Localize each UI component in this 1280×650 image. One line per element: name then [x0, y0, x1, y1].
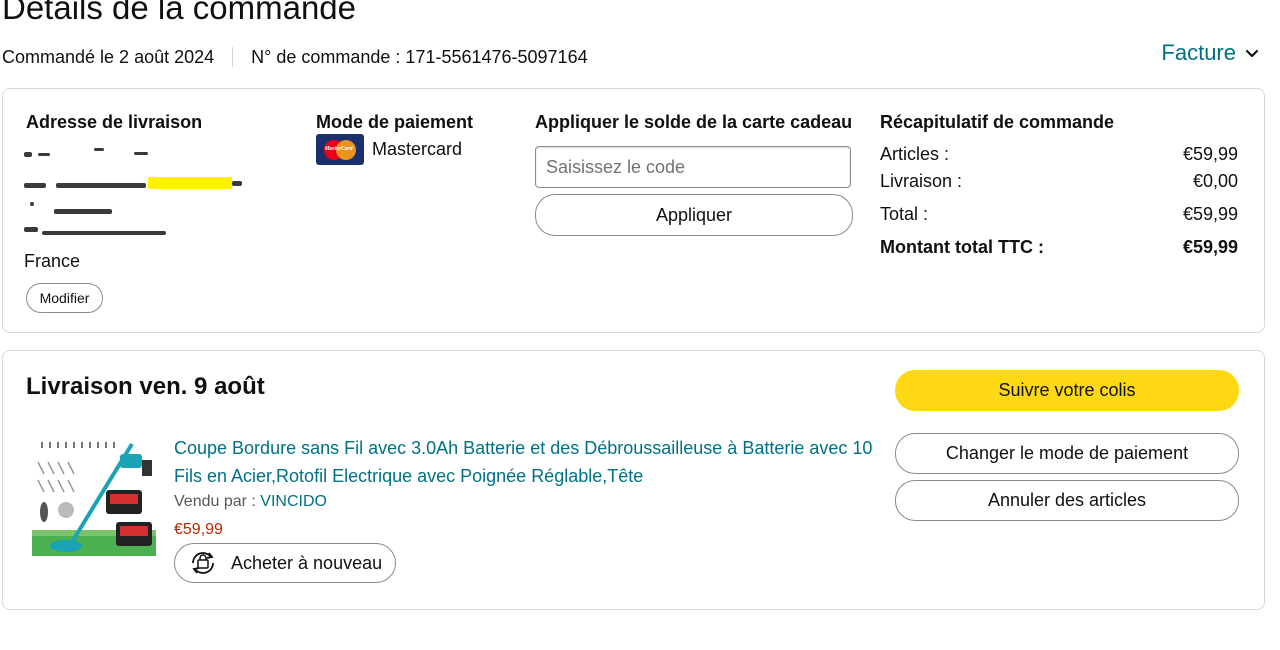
shipping-address: France — [24, 140, 242, 275]
order-details-page: Détails de la commande Commandé le 2 aoû… — [0, 0, 1280, 650]
summary-value: €59,99 — [1182, 237, 1238, 257]
address-line-redacted — [24, 167, 242, 194]
address-line-redacted — [24, 221, 166, 248]
invoice-dropdown[interactable]: Facture — [1161, 40, 1260, 66]
payment-method: MasterCard Mastercard — [316, 134, 463, 165]
track-package-button[interactable]: Suivre votre colis — [895, 370, 1239, 411]
order-meta: Commandé le 2 août 2024 N° de commande :… — [2, 46, 588, 68]
order-date: Commandé le 2 août 2024 — [2, 47, 215, 67]
buy-again-button[interactable]: Acheter à nouveau — [174, 543, 396, 583]
summary-value: €59,99 — [1182, 204, 1238, 224]
gift-card-heading: Appliquer le solde de la carte cadeau — [535, 112, 853, 132]
summary-row-total: Total : €59,99 — [880, 204, 1238, 225]
modify-address-button[interactable]: Modifier — [26, 283, 103, 313]
page-title: Détails de la commande — [2, 0, 357, 26]
summary-row-articles: Articles : €59,99 — [880, 144, 1238, 165]
product-title-link[interactable]: Coupe Bordure sans Fil avec 3.0Ah Batter… — [174, 434, 874, 490]
buy-again-icon — [192, 552, 214, 574]
payment-heading: Mode de paiement — [316, 112, 474, 132]
invoice-label: Facture — [1161, 40, 1236, 65]
summary-label: Total : — [880, 204, 929, 224]
buy-again-label: Acheter à nouveau — [231, 552, 383, 573]
order-number: N° de commande : 171-5561476-5097164 — [251, 47, 588, 67]
address-line-redacted — [24, 194, 112, 221]
apply-gift-card-button[interactable]: Appliquer — [535, 194, 853, 236]
mastercard-logo-icon: MasterCard — [316, 134, 364, 165]
delivery-date-title: Livraison ven. 9 août — [26, 373, 265, 400]
summary-label: Livraison : — [880, 171, 963, 191]
sold-by-label: Vendu par : — [174, 493, 261, 510]
summary-heading: Récapitulatif de commande — [880, 112, 1115, 132]
summary-row-shipping: Livraison : €0,00 — [880, 171, 1238, 192]
product-image[interactable] — [32, 434, 156, 556]
summary-value: €0,00 — [1192, 171, 1238, 191]
seller-link[interactable]: VINCIDO — [260, 493, 327, 510]
cancel-items-button[interactable]: Annuler des articles — [895, 480, 1239, 521]
summary-row-grand-total: Montant total TTC : €59,99 — [880, 237, 1238, 258]
product-price: €59,99 — [174, 521, 223, 538]
meta-divider — [232, 47, 234, 67]
sold-by: Vendu par : VINCIDO — [174, 493, 327, 511]
summary-value: €59,99 — [1182, 144, 1238, 164]
payment-method-label: Mastercard — [372, 139, 463, 159]
product-thumbnail-icon — [32, 442, 156, 556]
address-heading: Adresse de livraison — [26, 112, 203, 132]
address-country: France — [24, 251, 81, 271]
mastercard-logo-text: MasterCard — [325, 146, 353, 152]
address-line-redacted — [24, 140, 148, 167]
change-payment-button[interactable]: Changer le mode de paiement — [895, 433, 1239, 474]
gift-card-code-input[interactable] — [535, 146, 851, 188]
chevron-down-icon — [1245, 49, 1259, 58]
summary-label: Articles : — [880, 144, 950, 164]
summary-label: Montant total TTC : — [880, 237, 1044, 257]
